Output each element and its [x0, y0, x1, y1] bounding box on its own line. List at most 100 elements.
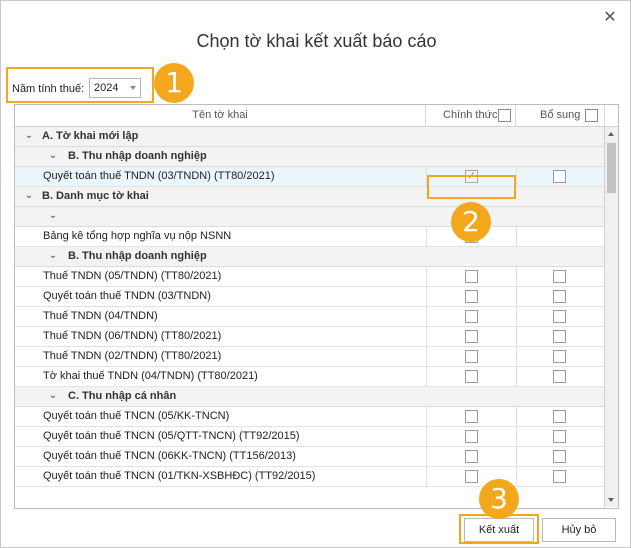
select-all-main-checkbox[interactable]	[498, 109, 511, 122]
table-row[interactable]: Quyết toán thuế TNDN (03/TNDN) (TT80/202…	[15, 167, 604, 187]
main-checkbox[interactable]	[465, 370, 478, 383]
row-label: Quyết toán thuế TNCN (01/TKN-XSBHĐC) (TT…	[43, 470, 316, 482]
table-row[interactable]: Thuế TNDN (06/TNDN) (TT80/2021)	[15, 327, 604, 347]
main-checkbox[interactable]	[465, 330, 478, 343]
supplement-checkbox[interactable]	[553, 350, 566, 363]
column-divider	[516, 327, 517, 347]
row-label: Quyết toán thuế TNDN (03/TNDN)	[43, 290, 211, 302]
group-label: B. Thu nhập doanh nghiệp	[68, 150, 207, 162]
main-checkbox[interactable]	[465, 410, 478, 423]
chevron-down-icon[interactable]: ⌄	[23, 190, 35, 202]
main-checkbox[interactable]	[465, 470, 478, 483]
main-checkbox[interactable]	[465, 270, 478, 283]
scroll-down-icon[interactable]	[605, 493, 618, 507]
dialog-title: Chọn tờ khai kết xuất báo cáo	[196, 31, 437, 51]
table-row[interactable]: Quyết toán thuế TNCN (05/QTT-TNCN) (TT92…	[15, 427, 604, 447]
column-divider	[426, 447, 427, 467]
step-badge-3: 3	[479, 479, 519, 519]
chevron-down-icon[interactable]: ⌄	[47, 210, 59, 222]
column-divider	[516, 227, 517, 247]
group-row[interactable]: ⌄ B. Thu nhập doanh nghiệp	[15, 247, 604, 267]
header-supplement-label: Bổ sung	[540, 109, 581, 121]
supplement-checkbox[interactable]	[553, 330, 566, 343]
column-divider	[426, 367, 427, 387]
supplement-checkbox[interactable]	[553, 310, 566, 323]
group-row[interactable]: ⌄ B. Danh mục tờ khai	[15, 187, 604, 207]
group-row[interactable]: ⌄	[15, 207, 604, 227]
column-divider	[426, 467, 427, 487]
column-divider	[426, 267, 427, 287]
scroll-up-icon[interactable]	[605, 127, 618, 141]
group-label: A. Tờ khai mới lập	[42, 130, 139, 142]
column-divider	[426, 347, 427, 367]
step-badge-2: 2	[451, 202, 491, 242]
main-checkbox[interactable]	[465, 450, 478, 463]
row-label: Quyết toán thuế TNDN (03/TNDN) (TT80/202…	[43, 170, 275, 182]
chevron-down-icon[interactable]: ⌄	[47, 250, 59, 262]
column-divider	[516, 367, 517, 387]
supplement-checkbox[interactable]	[553, 430, 566, 443]
main-checkbox[interactable]	[465, 350, 478, 363]
table-row[interactable]: Thuế TNDN (04/TNDN)	[15, 307, 604, 327]
supplement-checkbox[interactable]	[553, 410, 566, 423]
chevron-down-icon[interactable]: ⌄	[47, 390, 59, 402]
column-divider	[426, 227, 427, 247]
supplement-checkbox[interactable]	[553, 470, 566, 483]
row-label: Quyết toán thuế TNCN (05/KK-TNCN)	[43, 410, 230, 422]
supplement-checkbox[interactable]	[553, 290, 566, 303]
supplement-checkbox[interactable]	[553, 270, 566, 283]
group-row[interactable]: ⌄ C. Thu nhập cá nhân	[15, 387, 604, 407]
main-checkbox[interactable]	[465, 430, 478, 443]
grid-header: Tên tờ khai Chính thức Bổ sung	[15, 105, 618, 127]
supplement-checkbox[interactable]	[553, 450, 566, 463]
chevron-down-icon[interactable]: ⌄	[47, 150, 59, 162]
select-all-supplement-checkbox[interactable]	[585, 109, 598, 122]
supplement-checkbox[interactable]	[553, 170, 566, 183]
cancel-button[interactable]: Hủy bỏ	[542, 518, 616, 542]
table-row[interactable]: Quyết toán thuế TNCN (06KK-TNCN) (TT156/…	[15, 447, 604, 467]
year-value: 2024	[94, 82, 119, 94]
row-label: Bảng kê tổng hợp nghĩa vụ nộp NSNN	[43, 230, 232, 242]
column-divider	[516, 307, 517, 327]
group-row[interactable]: ⌄ B. Thu nhập doanh nghiệp	[15, 147, 604, 167]
step-badge-1: 1	[154, 63, 194, 103]
chevron-down-icon[interactable]: ⌄	[23, 130, 35, 142]
table-row[interactable]: Thuế TNDN (05/TNDN) (TT80/2021)	[15, 267, 604, 287]
group-row[interactable]: ⌄ A. Tờ khai mới lập	[15, 127, 604, 147]
export-button[interactable]: Kết xuất	[464, 518, 534, 542]
row-label: Tờ khai thuế TNDN (04/TNDN) (TT80/2021)	[43, 370, 258, 382]
column-divider	[426, 287, 427, 307]
row-label: Thuế TNDN (06/TNDN) (TT80/2021)	[43, 330, 222, 342]
year-label: Năm tính thuế:	[12, 83, 85, 95]
main-checkbox[interactable]	[465, 290, 478, 303]
column-divider	[516, 267, 517, 287]
scroll-thumb[interactable]	[607, 143, 616, 193]
header-main-label: Chính thức	[443, 109, 498, 121]
column-divider	[516, 467, 517, 487]
year-select[interactable]: 2024	[89, 78, 141, 98]
close-icon[interactable]: ✕	[598, 6, 622, 28]
vertical-scrollbar[interactable]	[604, 127, 618, 507]
column-divider	[516, 347, 517, 367]
main-checkbox[interactable]	[465, 310, 478, 323]
column-divider	[516, 407, 517, 427]
main-checkbox[interactable]	[465, 169, 478, 183]
column-divider	[426, 327, 427, 347]
table-row[interactable]: Thuế TNDN (02/TNDN) (TT80/2021)	[15, 347, 604, 367]
header-supplement: Bổ sung	[516, 105, 605, 126]
header-main: Chính thức	[426, 105, 516, 126]
chevron-down-icon	[130, 86, 136, 90]
supplement-checkbox[interactable]	[553, 370, 566, 383]
header-name[interactable]: Tên tờ khai	[15, 105, 426, 126]
group-label: B. Danh mục tờ khai	[42, 190, 149, 202]
group-label: B. Thu nhập doanh nghiệp	[68, 250, 207, 262]
table-row[interactable]: Quyết toán thuế TNDN (03/TNDN)	[15, 287, 604, 307]
table-row[interactable]: Tờ khai thuế TNDN (04/TNDN) (TT80/2021)	[15, 367, 604, 387]
column-divider	[516, 287, 517, 307]
table-row[interactable]: Bảng kê tổng hợp nghĩa vụ nộp NSNN	[15, 227, 604, 247]
column-divider	[516, 167, 517, 187]
row-label: Thuế TNDN (02/TNDN) (TT80/2021)	[43, 350, 222, 362]
table-row[interactable]: Quyết toán thuế TNCN (05/KK-TNCN)	[15, 407, 604, 427]
table-row[interactable]: Quyết toán thuế TNCN (01/TKN-XSBHĐC) (TT…	[15, 467, 604, 487]
group-label: C. Thu nhập cá nhân	[68, 390, 177, 402]
